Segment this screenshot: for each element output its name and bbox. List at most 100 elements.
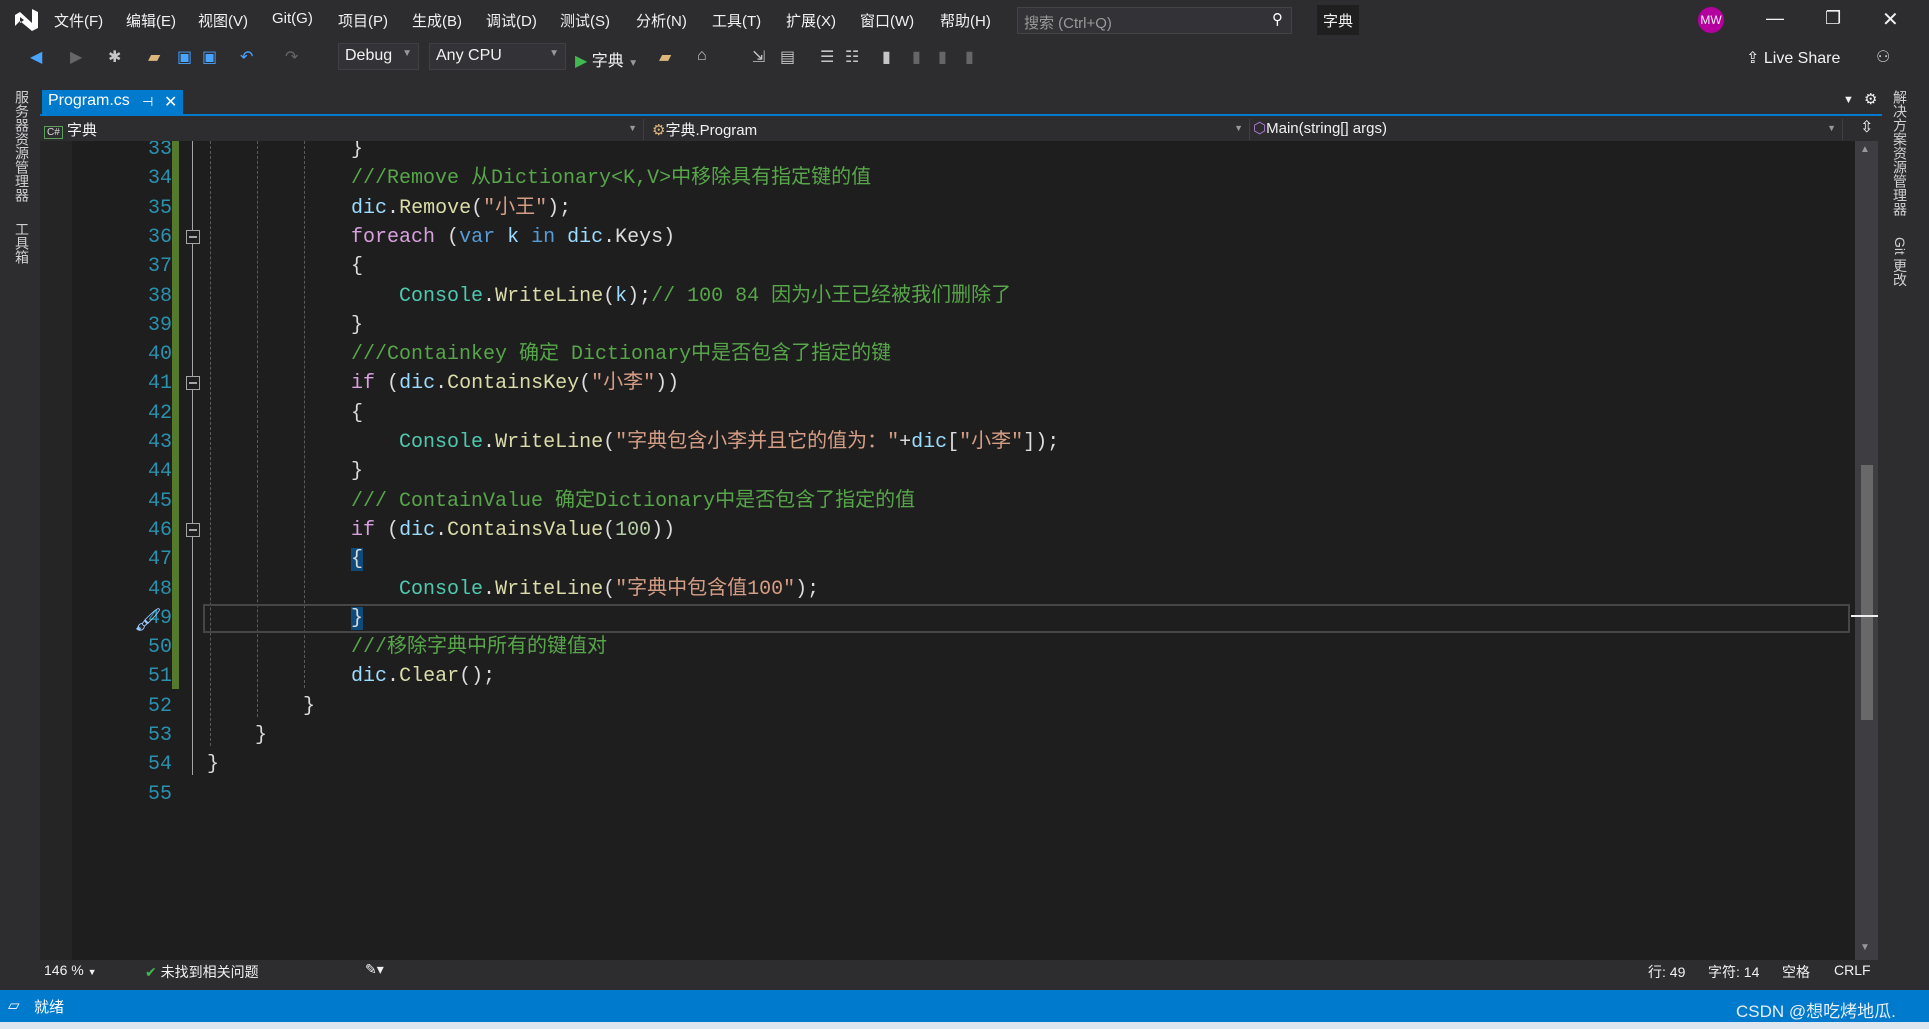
menu-item[interactable]: 帮助(H) — [940, 10, 991, 31]
layout-icon[interactable]: ▤ — [780, 47, 795, 67]
tab-program-cs[interactable]: Program.cs ⊣ ✕ — [42, 90, 183, 114]
avatar[interactable]: MW — [1698, 7, 1724, 33]
comment-icon[interactable]: ☰ — [820, 47, 834, 67]
server-explorer-tab[interactable]: 服务器资源管理器 — [12, 90, 32, 202]
code-token-plain: { — [207, 255, 364, 279]
scroll-down-icon[interactable]: ▼ — [1860, 942, 1870, 953]
configuration-dropdown[interactable]: Debug ▼ — [338, 43, 419, 70]
line-ending-indicator[interactable]: CRLF — [1834, 962, 1871, 978]
minimize-button[interactable]: — — [1766, 8, 1784, 29]
code-line[interactable]: Console.WriteLine(k);// 100 84 因为小王已经被我们… — [207, 282, 1011, 311]
code-line[interactable]: if (dic.ContainsValue(100)) — [207, 516, 675, 545]
code-line[interactable]: foreach (var k in dic.Keys) — [207, 223, 675, 252]
home-icon[interactable]: ⌂ — [697, 47, 707, 65]
live-share-button[interactable]: ⇪ Live Share — [1746, 48, 1840, 68]
code-line[interactable]: { — [207, 545, 364, 574]
save-icon[interactable]: ▣ — [177, 47, 192, 67]
feedback-icon[interactable]: ⚇ — [1876, 47, 1890, 67]
issues-indicator[interactable]: ✔ 未找到相关问题 — [145, 962, 259, 982]
class-dropdown[interactable]: ⚙字典.Program ▼ — [652, 119, 1250, 140]
menu-item[interactable]: 生成(B) — [412, 10, 462, 31]
code-token-plain: } — [207, 313, 364, 337]
menu-item[interactable]: 项目(P) — [338, 10, 388, 31]
code-line[interactable]: { — [207, 252, 363, 281]
uncomment-icon[interactable]: ☷ — [845, 47, 859, 67]
forward-icon[interactable]: ▶ — [70, 47, 82, 67]
code-line[interactable]: if (dic.ContainsKey("小李")) — [207, 369, 679, 398]
whitespace-indicator[interactable]: 空格 — [1782, 962, 1810, 982]
code-line[interactable]: { — [207, 399, 363, 428]
code-line[interactable]: ///Remove 从Dictionary<K,V>中移除具有指定键的值 — [207, 164, 871, 193]
menu-item[interactable]: Git(G) — [272, 10, 313, 27]
solution-explorer-tab[interactable]: 解决方案资源管理器 — [1890, 90, 1910, 216]
collapse-toggle[interactable] — [186, 229, 200, 244]
code-token-string: "字典中包含值100" — [615, 577, 796, 601]
menu-item[interactable]: 窗口(W) — [860, 10, 914, 31]
back-icon[interactable]: ◀ — [30, 47, 42, 67]
code-token-var: dic — [911, 431, 948, 454]
code-line[interactable]: dic.Remove("小王"); — [207, 194, 571, 223]
code-line[interactable]: /// ContainValue 确定Dictionary中是否包含了指定的值 — [207, 487, 915, 516]
find-in-files-icon[interactable]: ▰ — [659, 47, 671, 67]
code-line[interactable]: dic.Clear(); — [207, 662, 495, 691]
git-changes-tab[interactable]: Git 更改 — [1890, 237, 1910, 287]
clear-bookmarks-icon[interactable]: ▮ — [965, 47, 974, 67]
code-line[interactable]: Console.WriteLine("字典中包含值100"); — [207, 575, 819, 604]
redo-icon[interactable]: ↷ — [285, 47, 298, 67]
open-folder-icon[interactable]: ▰ — [148, 47, 160, 67]
toolbox-tab[interactable]: 工具箱 — [12, 222, 32, 264]
code-line[interactable]: } — [207, 692, 315, 721]
code-line[interactable]: } — [207, 141, 363, 164]
step-icon[interactable]: ⇲ — [752, 47, 765, 67]
menu-item[interactable]: 扩展(X) — [786, 10, 836, 31]
code-line[interactable]: Console.WriteLine("字典包含小李并且它的值为："+dic["小… — [207, 428, 1059, 457]
code-line[interactable]: } — [207, 311, 363, 340]
code-line[interactable]: } — [207, 604, 364, 633]
menu-item[interactable]: 编辑(E) — [126, 10, 176, 31]
code-line[interactable]: } — [207, 457, 363, 486]
quick-actions-brush-icon[interactable]: 🖌 — [134, 607, 162, 633]
line-number: 38 — [147, 284, 172, 308]
code-token-plain: ( — [603, 431, 616, 454]
code-line[interactable]: } — [207, 721, 267, 750]
bookmark-icon[interactable]: ▮ — [882, 47, 891, 67]
code-editor[interactable]: 33 } 34 ///Remove 从Dictionary<K,V>中移除具有指定… — [40, 141, 1855, 960]
line-number: 54 — [147, 753, 172, 777]
menu-item[interactable]: 分析(N) — [636, 10, 687, 31]
code-line[interactable]: ///移除字典中所有的键值对 — [207, 633, 607, 662]
scroll-up-icon[interactable]: ▲ — [1860, 144, 1870, 155]
menu-item[interactable]: 工具(T) — [712, 10, 761, 31]
save-all-icon[interactable]: ▣ — [202, 47, 217, 67]
menu-item[interactable]: 视图(V) — [198, 10, 248, 31]
code-token-plain: ]); — [1023, 431, 1060, 454]
pin-icon[interactable]: ⊣ — [142, 94, 153, 110]
search-input[interactable]: 搜索 (Ctrl+Q) ⚲ — [1017, 7, 1292, 34]
collapse-toggle[interactable] — [186, 522, 200, 537]
close-tab-icon[interactable]: ✕ — [164, 92, 177, 112]
start-button[interactable]: ▶ 字典 ▼ — [575, 47, 638, 71]
code-token-plain: ( — [603, 518, 616, 542]
cleanup-icon[interactable]: ✎▾ — [365, 961, 384, 978]
platform-dropdown[interactable]: Any CPU ▼ — [429, 43, 566, 70]
code-line[interactable]: ///Containkey 确定 Dictionary中是否包含了指定的键 — [207, 340, 891, 369]
close-window-button[interactable]: ✕ — [1882, 7, 1899, 32]
line-number: 48 — [147, 577, 172, 601]
split-editor-icon[interactable]: ⇳ — [1860, 117, 1873, 137]
column-indicator: 字符: 14 — [1708, 964, 1760, 980]
collapse-toggle[interactable] — [186, 376, 200, 391]
gear-icon[interactable]: ⚙ — [1864, 90, 1877, 108]
zoom-dropdown[interactable]: 146 % ▼ — [44, 962, 114, 978]
scrollbar-thumb[interactable] — [1861, 465, 1873, 720]
menu-item[interactable]: 文件(F) — [54, 10, 103, 31]
new-project-icon[interactable]: ✱ — [108, 47, 121, 67]
tab-list-dropdown-icon[interactable]: ▼ — [1843, 94, 1854, 106]
menu-item[interactable]: 调试(D) — [486, 10, 537, 31]
restore-button[interactable]: ❐ — [1825, 8, 1841, 29]
project-dropdown[interactable]: C# 字典 ▼ — [44, 119, 644, 140]
code-line[interactable]: } — [207, 750, 219, 779]
undo-icon[interactable]: ↶ — [240, 47, 253, 67]
next-bookmark-icon[interactable]: ▮ — [938, 47, 947, 67]
member-dropdown[interactable]: ⬡Main(string[] args) ▼ — [1253, 119, 1843, 140]
menu-item[interactable]: 测试(S) — [560, 10, 610, 31]
prev-bookmark-icon[interactable]: ▮ — [912, 47, 921, 67]
